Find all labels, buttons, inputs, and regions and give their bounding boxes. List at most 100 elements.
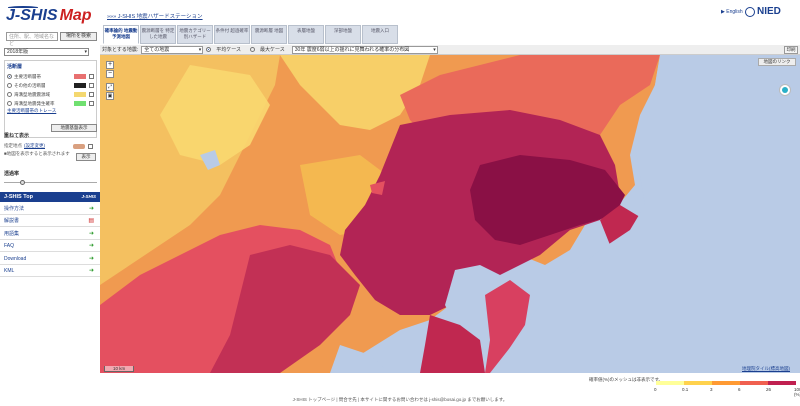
legend-checkbox[interactable] [89, 74, 94, 79]
hazard-map[interactable] [100, 55, 800, 373]
legend-row[interactable]: 海溝型地震震源域 [7, 90, 94, 99]
pdf-icon: ▤ [88, 218, 94, 225]
legend-checkbox[interactable] [89, 101, 94, 106]
trace-link[interactable]: 主要活断層帯のトレース [7, 108, 94, 114]
tab-1[interactable]: 震源断層を 特定した地震 [140, 25, 176, 44]
nav-item[interactable]: KML ➜ [0, 265, 100, 277]
colorbar-label: 6 [738, 387, 741, 392]
legend-radio[interactable] [7, 101, 12, 106]
zoom-in-button[interactable]: + [106, 61, 114, 69]
tab-5[interactable]: 表層地盤 [288, 25, 324, 44]
nav-header[interactable]: J-SHIS Top J-SHIS [0, 192, 100, 202]
nav-item[interactable]: Download ➜ [0, 253, 100, 265]
tab-bar: 確率論的 地震動予測地図 震源断層を 特定した地震 地震カテゴリー 別ハザード 条件付… [103, 25, 398, 44]
opacity-slider[interactable] [4, 180, 97, 186]
print-button[interactable]: 印刷 [784, 46, 798, 54]
overlay-note: ■地図を表示すると表示されます [4, 151, 70, 156]
overlay-show-button[interactable]: 表示 [76, 153, 96, 161]
legend-label: 主要活断層帯 [14, 73, 41, 79]
map-link-button[interactable]: 地図のリンク [758, 58, 796, 66]
tab-2[interactable]: 地震カテゴリー 別ハザード [177, 25, 213, 44]
logo-jshis: J-SHIS [6, 7, 58, 24]
overlay-swatch [73, 143, 85, 149]
logo-map: Map [59, 7, 92, 24]
overlay-title: 重ねて表示 [4, 133, 30, 139]
search-button[interactable]: 場所を検索 [60, 32, 97, 41]
colorbar-label: 3 [710, 387, 713, 392]
arrow-icon: ➜ [88, 230, 94, 237]
year-select[interactable]: 2018年版 [4, 48, 89, 56]
fullscreen-icon[interactable]: ⤢ [106, 83, 114, 91]
nied-logo[interactable]: NIED [745, 6, 781, 17]
legend-row[interactable]: 海溝型地震発生確率 [7, 99, 94, 108]
legend-swatch [74, 92, 86, 97]
english-link[interactable]: ▶ English [721, 9, 743, 15]
search-input[interactable]: 住所、駅、地域名など [6, 32, 58, 47]
measure-select[interactable]: 30年 震度6弱以上の揺れに見舞われる確率の分布図 [291, 45, 438, 54]
legend-swatch [74, 101, 86, 106]
nav-item[interactable]: 解説書 ▤ [0, 215, 100, 228]
nav-label: FAQ [4, 243, 15, 250]
overlay-panel: 重ねて表示 指定地点 (設定変更) ■地図を表示すると表示されます 表示 [4, 132, 97, 168]
tab-0[interactable]: 確率論的 地震動予測地図 [103, 25, 139, 44]
legend-swatch [74, 83, 86, 88]
colorbar: 00.13626100 (%) [654, 375, 800, 397]
colorbar-label: 0.1 [682, 387, 689, 392]
tab-7[interactable]: 地震入口 [362, 25, 398, 44]
target-label: 対象とする地震: [102, 47, 139, 53]
layers-icon[interactable]: ▣ [106, 92, 114, 100]
zoom-out-button[interactable]: − [106, 70, 114, 78]
nav-item[interactable]: 操作方法 ➜ [0, 203, 100, 215]
case-avg-radio[interactable] [206, 47, 212, 52]
opacity-panel: 透過率 [4, 170, 97, 186]
legend-row[interactable]: 主要活断層帯 [7, 72, 94, 81]
target-select[interactable]: 全ての地震 [141, 45, 204, 54]
tab-3[interactable]: 条件付 超過確率 [214, 25, 250, 44]
nav-item[interactable]: 用語集 ➜ [0, 228, 100, 240]
nied-mark-icon [745, 6, 755, 17]
map-scale: 10 km [104, 366, 135, 372]
colorbar-segment [712, 381, 740, 385]
legend-row[interactable]: その他の活断層 [7, 81, 94, 90]
legend-button[interactable]: 地震基盤表示 [51, 124, 97, 132]
logo-swoosh [8, 6, 38, 9]
map-canvas [100, 55, 800, 373]
nav-label: KML [4, 268, 15, 274]
tab-6[interactable]: 深部地盤 [325, 25, 361, 44]
legend-checkbox[interactable] [89, 83, 94, 88]
sidebar: 2018年版 活断層 主要活断層帯その他の活断層海溝型地震震源域海溝型地震発生確… [0, 46, 100, 383]
legend-label: 海溝型地震震源域 [14, 91, 50, 97]
nav-sub: J-SHIS [81, 194, 96, 199]
nav-title: J-SHIS Top [4, 194, 33, 200]
opacity-slider-thumb[interactable] [19, 180, 25, 185]
legend-radio[interactable] [7, 83, 12, 88]
overlay-settings-link[interactable]: (設定変更) [24, 143, 45, 149]
breadcrumb[interactable]: »»» J-SHIS 地震ハザードステーション [107, 12, 203, 20]
legend-checkbox[interactable] [89, 92, 94, 97]
colorbar-segment [684, 381, 712, 385]
case-avg-label: 平均ケース [216, 47, 242, 53]
case-max-radio[interactable] [250, 47, 256, 52]
arrow-icon: ➜ [88, 206, 94, 212]
footer: J-SHIS トップページ | 問合せ先 | 本サイトに関するお問い合わせは j… [292, 397, 508, 402]
nav-label: Download [4, 255, 27, 262]
legend-label: その他の活断層 [14, 82, 46, 88]
opacity-title: 透過率 [4, 171, 20, 177]
tab-4[interactable]: 震源断層 地図 [251, 25, 287, 44]
arrow-icon: ➜ [88, 255, 94, 262]
zoom-controls: + − ⤢ ▣ [106, 61, 114, 101]
jshis-logo[interactable]: J-SHIS Map [6, 6, 92, 26]
map-attribution[interactable]: 地理院タイル(標高地図) [742, 366, 790, 372]
arrow-icon: ➜ [88, 268, 94, 274]
legend-radio[interactable] [7, 74, 12, 79]
nav-item[interactable]: FAQ ➜ [0, 240, 100, 253]
globe-icon[interactable] [779, 84, 791, 96]
legend-radio[interactable] [7, 92, 12, 97]
legend-title: 活断層 [7, 64, 23, 70]
overlay-checkbox[interactable] [88, 143, 93, 149]
colorbar-segment [656, 381, 684, 385]
legend-swatch [74, 74, 86, 79]
colorbar-label: 26 [766, 387, 772, 392]
nav-label: 用語集 [4, 230, 20, 237]
overlay-item-label: 指定地点 [4, 143, 22, 148]
